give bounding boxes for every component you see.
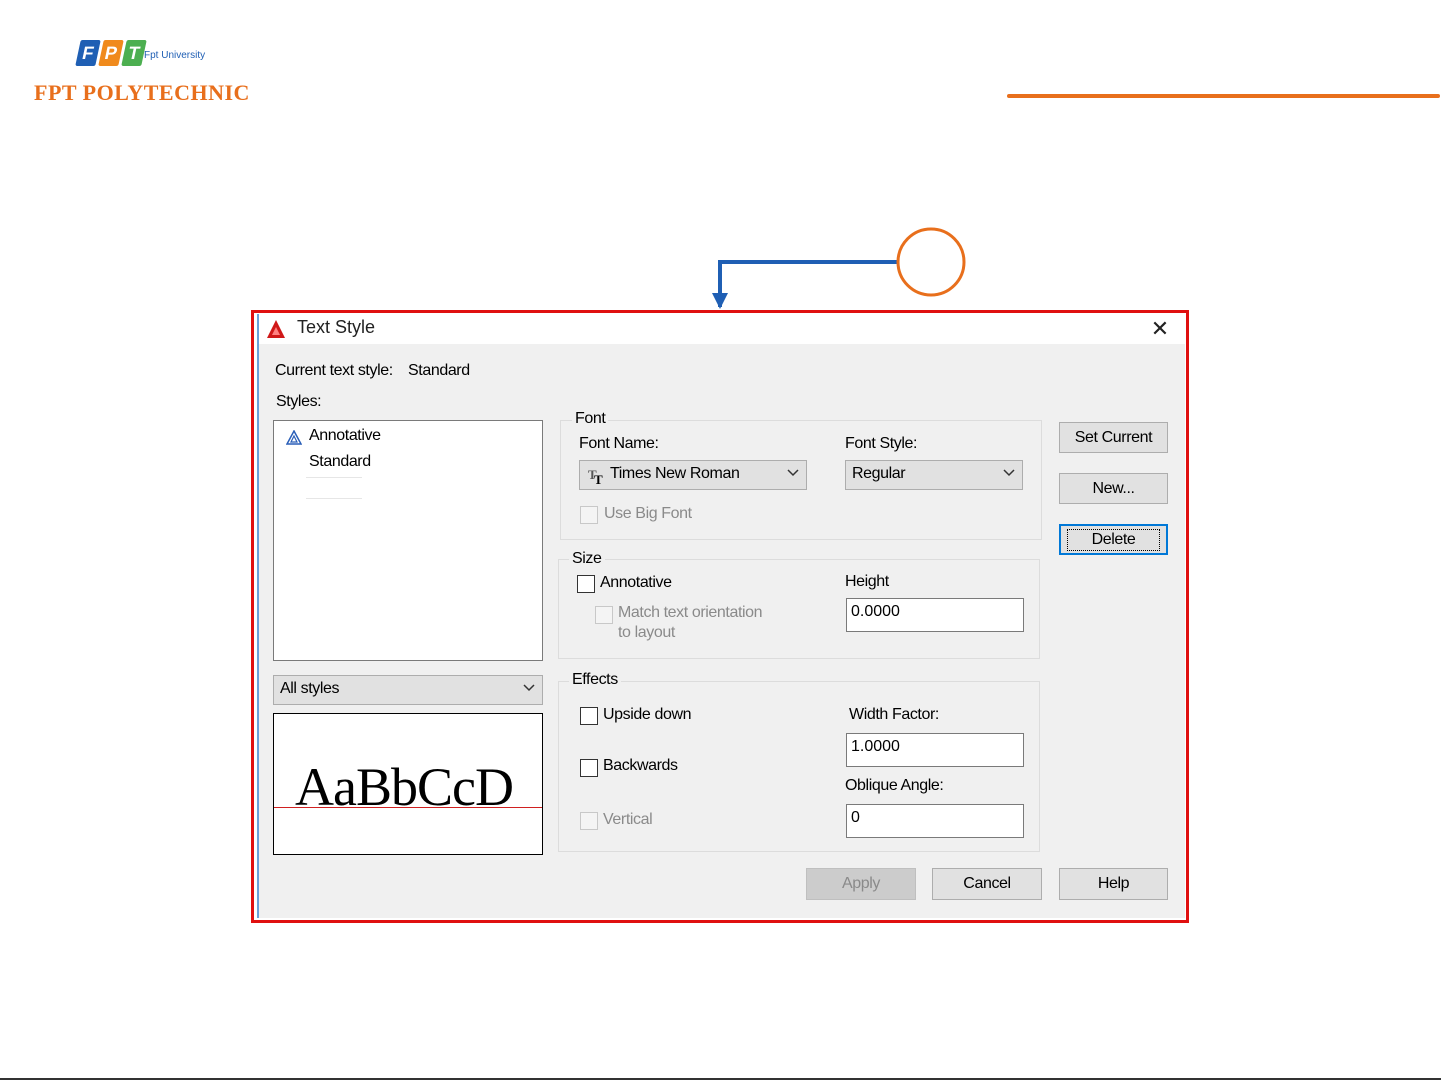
- width-factor-input[interactable]: 1.0000: [846, 733, 1024, 767]
- text-style-dialog: Text Style ✕ Current text style: Standar…: [257, 314, 1185, 918]
- list-item[interactable]: Annotative: [309, 427, 381, 445]
- current-style-value: Standard: [408, 362, 470, 379]
- styles-list[interactable]: Annotative Standard: [273, 420, 543, 661]
- title-bar[interactable]: Text Style ✕: [259, 314, 1185, 344]
- match-orientation-label-line2: to layout: [618, 624, 675, 641]
- styles-filter-value: All styles: [280, 680, 340, 697]
- list-item[interactable]: Standard: [309, 453, 371, 471]
- annotative-style-icon: [286, 430, 302, 445]
- match-orientation-label: Match text orientation: [618, 604, 763, 621]
- autocad-icon: [265, 318, 287, 340]
- logo-letter-p: P: [98, 40, 124, 66]
- dialog-title: Text Style: [297, 317, 376, 337]
- apply-button[interactable]: Apply: [806, 868, 916, 900]
- divider: [306, 477, 362, 478]
- chevron-down-icon: [787, 469, 799, 477]
- chevron-down-icon: [523, 684, 535, 692]
- font-style-dropdown[interactable]: Regular: [845, 460, 1023, 490]
- chevron-down-icon: [1003, 469, 1015, 477]
- oblique-angle-value: 0: [851, 809, 860, 826]
- font-name-label: Font Name:: [579, 435, 659, 452]
- font-style-value: Regular: [852, 465, 906, 482]
- new-button[interactable]: New...: [1059, 473, 1168, 504]
- font-style-label: Font Style:: [845, 435, 918, 452]
- font-group-title: Font: [572, 410, 609, 428]
- delete-button[interactable]: Delete: [1059, 524, 1168, 555]
- backwards-label: Backwards: [603, 757, 678, 774]
- footer-line: [0, 1078, 1441, 1080]
- set-current-button[interactable]: Set Current: [1059, 422, 1168, 453]
- divider: [306, 498, 362, 499]
- close-icon[interactable]: ✕: [1147, 316, 1173, 342]
- use-big-font-checkbox[interactable]: [580, 506, 598, 524]
- svg-text:T: T: [594, 472, 603, 486]
- fpt-logo: F P T Fpt University FPT POLYTECHNIC: [30, 36, 270, 116]
- width-factor-label: Width Factor:: [849, 706, 939, 723]
- callout-arrow: [712, 227, 966, 309]
- styles-filter-dropdown[interactable]: All styles: [273, 675, 543, 705]
- callout-connector-line: [718, 260, 898, 307]
- styles-label: Styles:: [276, 393, 322, 410]
- callout-circle: [896, 227, 966, 297]
- logo-university-text: Fpt University: [144, 50, 206, 61]
- oblique-angle-input[interactable]: 0: [846, 804, 1024, 838]
- truetype-font-icon: T T: [588, 467, 603, 486]
- oblique-angle-label: Oblique Angle:: [845, 777, 944, 794]
- font-name-value: Times New Roman: [610, 465, 740, 482]
- font-name-dropdown[interactable]: Times New Roman T T: [579, 460, 807, 490]
- backwards-checkbox[interactable]: [580, 759, 598, 777]
- callout-arrowhead: [712, 293, 728, 309]
- delete-button-label: Delete: [1066, 528, 1161, 551]
- logo-letter-t: T: [121, 40, 147, 66]
- upside-down-checkbox[interactable]: [580, 707, 598, 725]
- vertical-checkbox[interactable]: [580, 812, 598, 830]
- help-button[interactable]: Help: [1059, 868, 1168, 900]
- height-input[interactable]: 0.0000: [846, 598, 1024, 632]
- logo-brand-text: FPT POLYTECHNIC: [34, 80, 250, 105]
- style-preview: AaBbCcD: [273, 713, 543, 855]
- upside-down-label: Upside down: [603, 706, 692, 723]
- height-value: 0.0000: [851, 603, 900, 620]
- vertical-label: Vertical: [603, 811, 653, 828]
- width-factor-value: 1.0000: [851, 738, 900, 755]
- effects-group-title: Effects: [569, 671, 621, 689]
- annotative-checkbox[interactable]: [577, 575, 595, 593]
- cancel-button[interactable]: Cancel: [932, 868, 1042, 900]
- logo-letter-f: F: [75, 40, 101, 66]
- current-style-label: Current text style:: [275, 362, 393, 379]
- use-big-font-label: Use Big Font: [604, 505, 692, 522]
- height-label: Height: [845, 573, 889, 590]
- match-orientation-checkbox[interactable]: [595, 606, 613, 624]
- size-group-title: Size: [569, 550, 605, 568]
- header-accent-line: [1007, 94, 1440, 98]
- preview-text: AaBbCcD: [295, 757, 514, 817]
- annotative-label: Annotative: [600, 574, 672, 591]
- fpt-letter-marks: F P T: [75, 40, 147, 68]
